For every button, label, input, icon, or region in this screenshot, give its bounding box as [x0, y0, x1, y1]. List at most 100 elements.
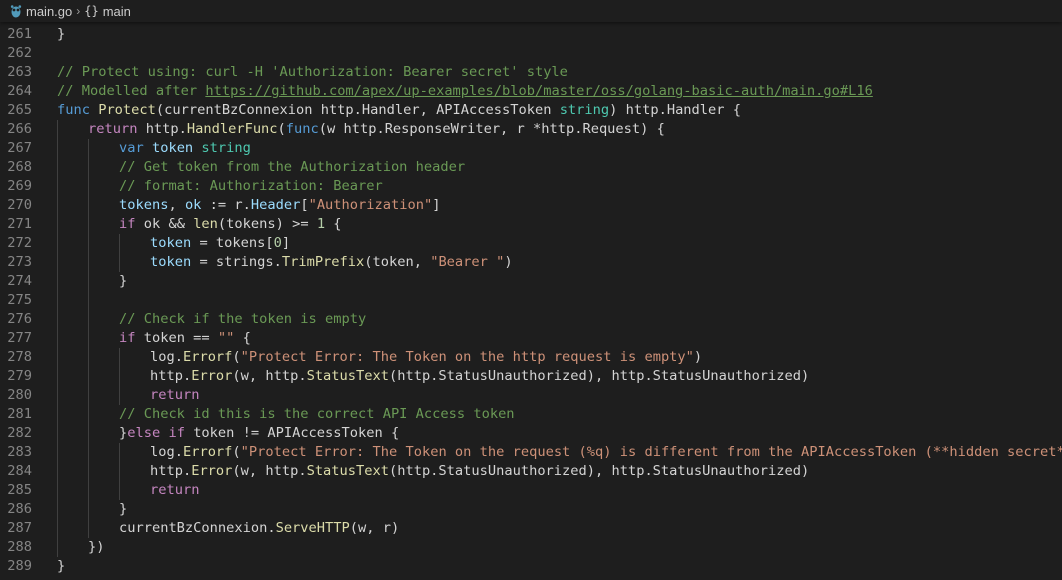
code-text: token = strings.TrimPrefix(token, "Beare…: [150, 253, 513, 272]
breadcrumb-symbol[interactable]: {} main: [84, 0, 131, 22]
code-line[interactable]: 284 http.Error(w, http.StatusText(http.St…: [0, 462, 1062, 481]
code-token: else if: [127, 425, 194, 441]
line-number: 262: [7, 45, 32, 61]
code-token: ]: [281, 235, 291, 251]
code-line[interactable]: 279 http.Error(w, http.StatusText(http.St…: [0, 367, 1062, 386]
indent-guide: [88, 310, 89, 329]
line-number: 280: [7, 387, 32, 403]
code-token: {: [234, 330, 251, 346]
code-token: http.: [150, 463, 192, 479]
line-number: 271: [7, 216, 32, 232]
code-line[interactable]: 263 // Protect using: curl -H 'Authorizat…: [0, 63, 1062, 82]
code-token: ServeHTTP: [275, 520, 350, 536]
code-line[interactable]: 283 log.Errorf("Protect Error: The Token …: [0, 443, 1062, 462]
line-number: 263: [7, 64, 32, 80]
code-link[interactable]: https://github.com/apex/up-examples/blob…: [205, 83, 873, 99]
code-line[interactable]: 266 return http.HandlerFunc(func(w http.R…: [0, 120, 1062, 139]
code-token: Errorf: [182, 349, 233, 365]
indent-guide: [88, 405, 89, 424]
code-text: }): [88, 538, 104, 557]
code-token: string: [201, 140, 251, 156]
code-token: ): [693, 349, 703, 365]
indent-guide: [57, 291, 58, 310]
indent-guide: [57, 424, 58, 443]
go-gopher-icon: [10, 4, 22, 18]
code-token: // Check if the token is empty: [119, 311, 367, 327]
code-line[interactable]: 270 tokens, ok := r.Header["Authorization…: [0, 196, 1062, 215]
code-token: (currentBzConnexion http.Handler, APIAcc…: [155, 102, 560, 118]
code-line[interactable]: 277 if token == "" {: [0, 329, 1062, 348]
code-text: }: [57, 25, 65, 44]
indent-guide: [88, 424, 89, 443]
breadcrumb-symbol-label: main: [102, 3, 131, 19]
code-line[interactable]: 275: [0, 291, 1062, 310]
code-token: (w, r): [349, 520, 400, 536]
code-token: = tokens[: [191, 235, 274, 251]
indent-guide: [88, 462, 89, 481]
code-line[interactable]: 278 log.Errorf("Protect Error: The Token …: [0, 348, 1062, 367]
code-token: ok: [184, 197, 202, 213]
code-line[interactable]: 267 var token string: [0, 139, 1062, 158]
code-line[interactable]: 280 return: [0, 386, 1062, 405]
code-line[interactable]: 274}: [0, 272, 1062, 291]
code-token: (http.StatusUnauthorized), http.StatusUn…: [388, 463, 810, 479]
indent-guide: [88, 500, 89, 519]
code-line[interactable]: 265 func Protect(currentBzConnexion http.…: [0, 101, 1062, 120]
code-token: log.: [150, 349, 183, 365]
code-line[interactable]: 288}): [0, 538, 1062, 557]
indent-guide: [57, 158, 58, 177]
code-token: "Protect Error: The Token on the request…: [240, 444, 1062, 460]
code-token: Protect: [98, 102, 156, 118]
code-token: [: [300, 197, 309, 213]
indent-guide: [88, 329, 89, 348]
code-token: ok &&: [143, 216, 194, 232]
code-line[interactable]: 285 return: [0, 481, 1062, 500]
code-text: // Check if the token is empty: [119, 310, 366, 329]
indent-guide: [88, 158, 89, 177]
code-token: var: [119, 140, 152, 156]
code-token: tokens: [119, 197, 169, 213]
code-line[interactable]: 268 // Get token from the Authorization h…: [0, 158, 1062, 177]
code-line[interactable]: 272 token = tokens[0]: [0, 234, 1062, 253]
code-line[interactable]: 282}else if token != APIAccessToken {: [0, 424, 1062, 443]
code-token: (: [277, 121, 286, 137]
code-line[interactable]: 289}: [0, 557, 1062, 576]
indent-guide: [88, 443, 89, 462]
line-number: 286: [7, 501, 32, 517]
indent-guide: [119, 481, 120, 500]
code-line[interactable]: 271 if ok && len(tokens) >= 1 {: [0, 215, 1062, 234]
code-line[interactable]: 273 token = strings.TrimPrefix(token, "Be…: [0, 253, 1062, 272]
code-text: return http.HandlerFunc(func(w http.Resp…: [88, 120, 665, 139]
breadcrumb-file[interactable]: main.go: [0, 0, 72, 22]
code-text: tokens, ok := r.Header["Authorization"]: [119, 196, 440, 215]
code-text: http.Error(w, http.StatusText(http.Statu…: [150, 462, 809, 481]
code-line[interactable]: 286}: [0, 500, 1062, 519]
line-number: 276: [7, 311, 32, 327]
code-token: http.: [145, 121, 187, 137]
indent-guide: [88, 272, 89, 291]
braces-icon: {}: [84, 4, 99, 18]
code-line[interactable]: 281 // Check id this is the correct API A…: [0, 405, 1062, 424]
code-token: if: [119, 330, 144, 346]
code-line[interactable]: 262: [0, 44, 1062, 63]
code-token: "Bearer ": [430, 254, 505, 270]
code-token: }: [119, 273, 128, 289]
code-token: currentBzConnexion.: [119, 520, 276, 536]
code-line[interactable]: 261}: [0, 25, 1062, 44]
code-token: = strings.: [191, 254, 282, 270]
code-line[interactable]: 269 // format: Authorization: Bearer: [0, 177, 1062, 196]
code-text: http.Error(w, http.StatusText(http.Statu…: [150, 367, 809, 386]
code-token: // Check id this is the correct API Acce…: [119, 406, 515, 422]
code-text: }else if token != APIAccessToken {: [119, 424, 399, 443]
indent-guide: [57, 348, 58, 367]
code-line[interactable]: 287 currentBzConnexion.ServeHTTP(w, r): [0, 519, 1062, 538]
code-line[interactable]: 264 // Modelled after https://github.com/…: [0, 82, 1062, 101]
code-token: (w http.ResponseWriter, r *http.Request)…: [318, 121, 665, 137]
code-line[interactable]: 276 // Check if the token is empty: [0, 310, 1062, 329]
line-number: 268: [7, 159, 32, 175]
code-editor[interactable]: 261} 262 263// Protect using: curl -H 'Aut…: [0, 22, 1062, 580]
indent-guide: [88, 481, 89, 500]
code-token: return: [150, 387, 200, 403]
line-number: 288: [7, 539, 32, 555]
line-number: 265: [7, 102, 32, 118]
